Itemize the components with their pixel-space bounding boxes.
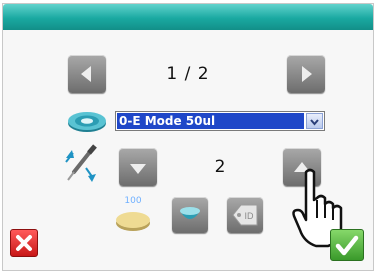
- decrease-button[interactable]: [119, 148, 157, 186]
- page-indicator: 1 / 2: [166, 64, 210, 84]
- title-bar: [3, 4, 373, 30]
- quantity-value: 2: [214, 157, 226, 177]
- chevron-down-icon: [130, 164, 146, 174]
- pipette-icon: [60, 140, 104, 192]
- tube-icon: [180, 207, 200, 219]
- volume-label: 100: [124, 196, 142, 206]
- check-icon: [335, 235, 359, 256]
- close-icon: [16, 235, 32, 251]
- tag-id-icon: ID: [232, 204, 258, 226]
- confirm-button[interactable]: [330, 229, 364, 261]
- disc-icon: [66, 108, 108, 138]
- mode-select[interactable]: 0-E Mode 50ul: [115, 111, 325, 131]
- next-page-button[interactable]: [287, 55, 325, 93]
- next-arrow-icon: [302, 66, 312, 82]
- tube-button[interactable]: [172, 197, 208, 233]
- svg-text:ID: ID: [245, 211, 255, 221]
- chevron-down-icon[interactable]: [306, 113, 323, 129]
- cancel-button[interactable]: [10, 229, 38, 257]
- id-tag-button[interactable]: ID: [227, 197, 263, 233]
- prev-page-button[interactable]: [68, 55, 106, 93]
- prev-arrow-icon: [81, 66, 91, 82]
- volume-disc-icon[interactable]: [112, 207, 154, 239]
- mode-select-value: 0-E Mode 50ul: [117, 113, 304, 129]
